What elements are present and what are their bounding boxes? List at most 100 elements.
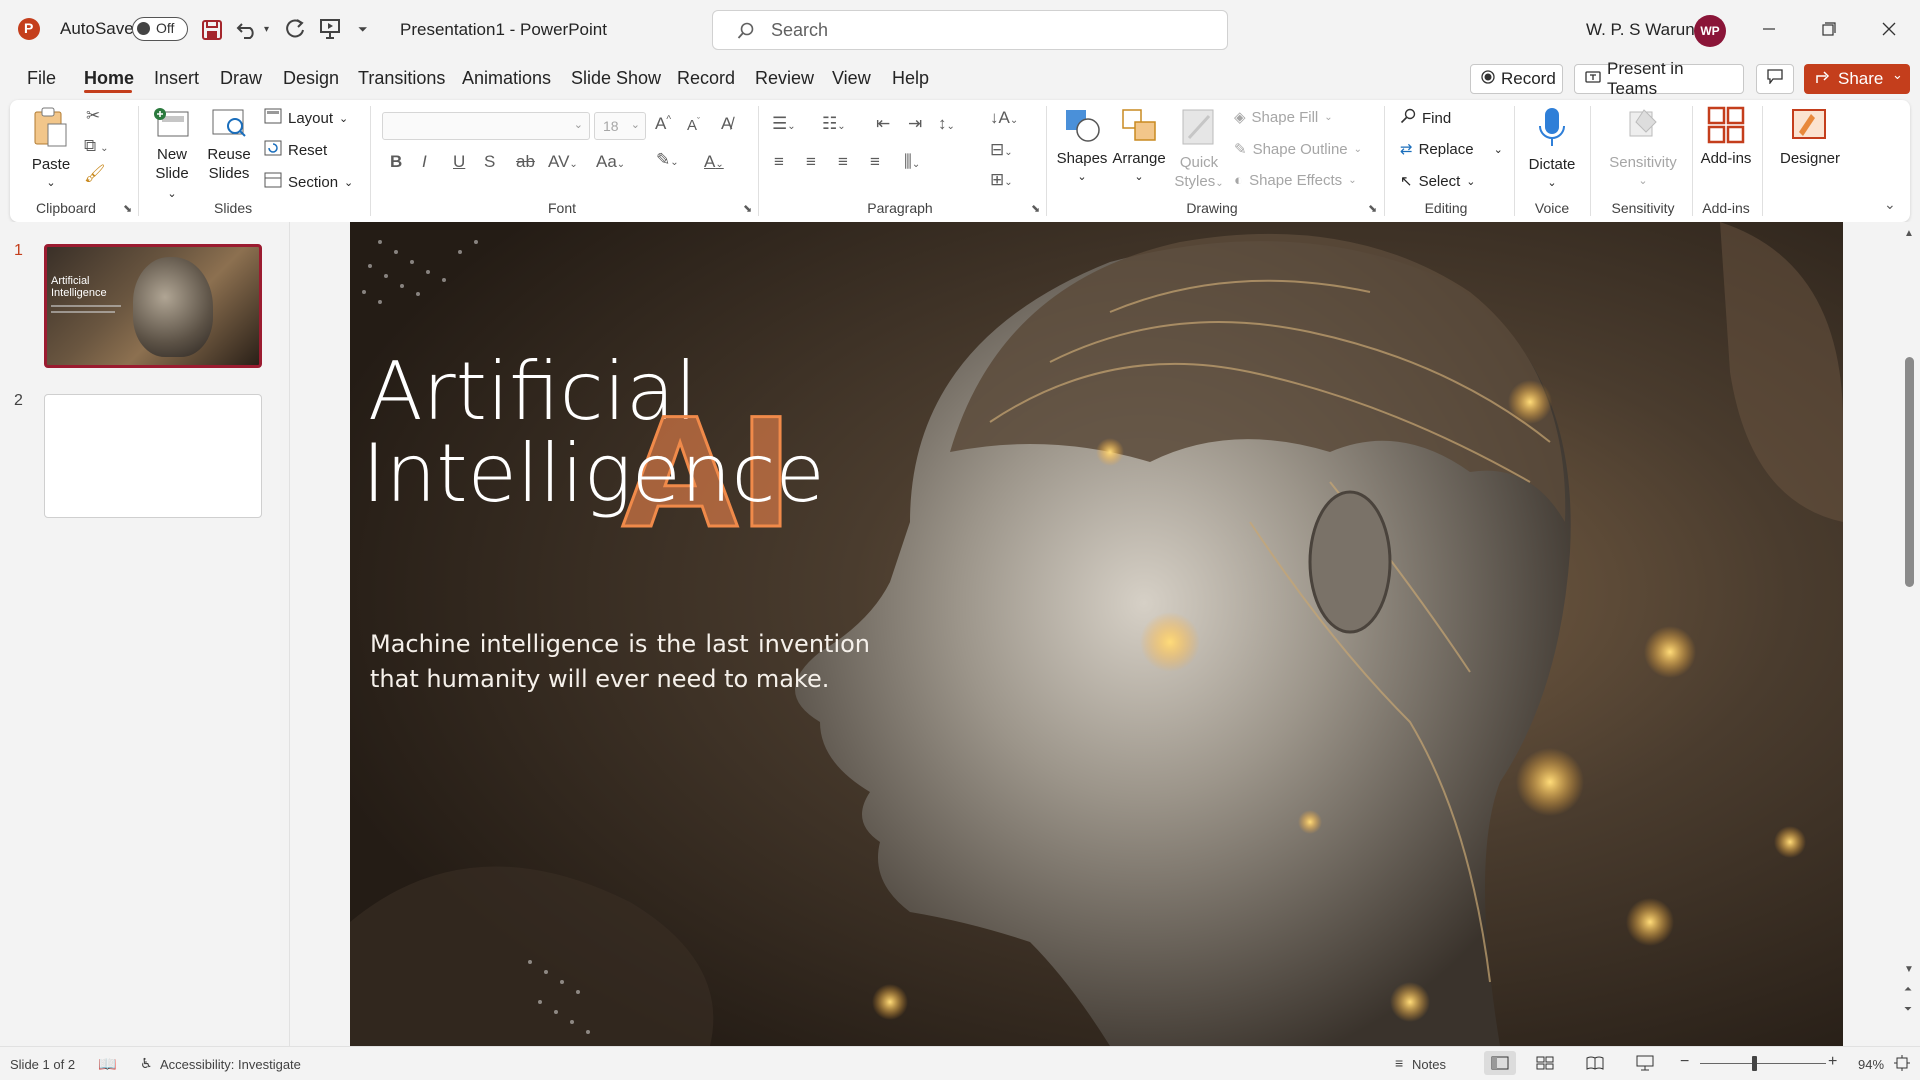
shadow-icon[interactable]: S: [484, 152, 495, 172]
zoom-slider-thumb[interactable]: [1752, 1056, 1757, 1071]
reading-view-icon[interactable]: [1586, 1056, 1604, 1073]
sensitivity-button[interactable]: Sensitivity ⌄: [1600, 106, 1686, 191]
share-button[interactable]: Share ⌄: [1804, 64, 1910, 94]
slide-show-icon[interactable]: [1636, 1055, 1654, 1074]
autosave-toggle[interactable]: Off: [132, 17, 188, 41]
shapes-button[interactable]: Shapes ⌄: [1056, 106, 1108, 187]
format-painter-icon[interactable]: 🖌: [84, 164, 106, 184]
slide-canvas[interactable]: Artificial AI Intelligence Machine intel…: [350, 222, 1843, 1046]
reset-button[interactable]: Reset: [264, 140, 327, 160]
paste-button[interactable]: Paste ⌄: [30, 106, 72, 193]
grow-font-icon[interactable]: A^: [655, 114, 671, 134]
tab-file[interactable]: File: [27, 68, 56, 89]
scroll-up-icon[interactable]: ▲: [1904, 228, 1914, 239]
slide-thumbnail-1[interactable]: Artificial Intelligence: [44, 244, 262, 368]
shape-effects-button[interactable]: ◐ Shape Effects ⌄: [1234, 172, 1357, 189]
clear-formatting-icon[interactable]: A̸: [721, 114, 732, 134]
undo-dropdown-icon[interactable]: ▾: [264, 24, 269, 35]
share-dropdown-icon[interactable]: ⌄: [1892, 67, 1903, 83]
search-box[interactable]: Search: [712, 10, 1228, 50]
spelling-check-icon[interactable]: 📖: [98, 1055, 117, 1073]
tab-help[interactable]: Help: [892, 68, 929, 89]
text-direction-icon[interactable]: ↓A⌄: [990, 108, 1018, 128]
columns-icon[interactable]: ⫼⌄: [904, 152, 920, 172]
bold-icon[interactable]: B: [390, 152, 402, 172]
replace-button[interactable]: ⇄ Replace ⌄: [1400, 140, 1503, 159]
layout-button[interactable]: Layout ⌄: [264, 108, 348, 128]
align-left-icon[interactable]: ≡: [774, 152, 784, 172]
drawing-launcher-icon[interactable]: ⬊: [1368, 202, 1377, 215]
zoom-level[interactable]: 94%: [1858, 1057, 1884, 1072]
paste-dropdown-icon[interactable]: ⌄: [30, 174, 72, 193]
fit-slide-icon[interactable]: [1894, 1055, 1910, 1074]
italic-icon[interactable]: I: [422, 152, 427, 172]
designer-button[interactable]: Designer: [1772, 106, 1848, 168]
undo-icon[interactable]: [236, 18, 260, 45]
tab-record[interactable]: Record: [677, 68, 735, 89]
font-size-combo[interactable]: 18 ⌄: [594, 112, 646, 140]
tab-review[interactable]: Review: [755, 68, 814, 89]
present-in-teams-button[interactable]: Present in Teams: [1574, 59, 1744, 98]
arrange-button[interactable]: Arrange ⌄: [1110, 106, 1168, 187]
previous-slide-icon[interactable]: ⏶: [1904, 984, 1912, 995]
increase-indent-icon[interactable]: ⇥: [908, 114, 922, 134]
redo-icon[interactable]: [283, 17, 307, 46]
cut-icon[interactable]: ✂: [86, 106, 100, 126]
bullets-icon[interactable]: ☰⌄: [772, 114, 796, 134]
normal-view-button[interactable]: [1484, 1051, 1516, 1075]
slide-title-line-2[interactable]: Intelligence: [362, 434, 825, 514]
justify-icon[interactable]: ≡: [870, 152, 880, 172]
dictate-button[interactable]: Dictate ⌄: [1524, 106, 1580, 193]
vertical-scrollbar[interactable]: ▲ ▼ ⏶ ⏷: [1900, 222, 1920, 1046]
find-button[interactable]: Find: [1400, 108, 1451, 128]
minimize-icon[interactable]: [1746, 12, 1792, 46]
section-button[interactable]: Section ⌄: [264, 172, 353, 192]
slide-subtitle[interactable]: Machine intelligence is the last inventi…: [370, 627, 870, 697]
new-slide-button[interactable]: New Slide ⌄: [150, 106, 194, 204]
collapse-ribbon-icon[interactable]: ⌄: [1884, 196, 1896, 213]
reuse-slides-button[interactable]: Reuse Slides: [206, 106, 252, 183]
convert-smartart-icon[interactable]: ⊞⌄: [990, 170, 1013, 190]
tab-home[interactable]: Home: [84, 68, 134, 89]
align-center-icon[interactable]: ≡: [806, 152, 816, 172]
tab-insert[interactable]: Insert: [154, 68, 199, 89]
tab-view[interactable]: View: [832, 68, 871, 89]
notes-button[interactable]: Notes: [1412, 1057, 1446, 1072]
comments-button[interactable]: [1756, 64, 1794, 94]
numbering-icon[interactable]: ☷⌄: [822, 114, 846, 134]
font-color-icon[interactable]: A⌄: [704, 152, 724, 172]
copy-icon[interactable]: ⧉ ⌄: [84, 136, 109, 156]
font-name-combo[interactable]: ⌄: [382, 112, 590, 140]
record-button[interactable]: Record: [1470, 64, 1563, 94]
tab-transitions[interactable]: Transitions: [358, 68, 445, 89]
strikethrough-icon[interactable]: ab: [516, 152, 535, 172]
accessibility-icon[interactable]: ♿: [140, 1055, 153, 1072]
save-icon[interactable]: [201, 19, 223, 46]
highlight-icon[interactable]: ✎⌄: [656, 150, 679, 170]
tab-animations[interactable]: Animations: [462, 68, 551, 89]
close-icon[interactable]: [1866, 12, 1912, 46]
align-text-icon[interactable]: ⊟⌄: [990, 140, 1013, 160]
shrink-font-icon[interactable]: Aˇ: [687, 116, 700, 134]
tab-design[interactable]: Design: [283, 68, 339, 89]
shape-fill-button[interactable]: ◈ Shape Fill ⌄: [1234, 108, 1333, 127]
tab-draw[interactable]: Draw: [220, 68, 262, 89]
font-launcher-icon[interactable]: ⬊: [743, 202, 752, 215]
align-right-icon[interactable]: ≡: [838, 152, 848, 172]
decrease-indent-icon[interactable]: ⇤: [876, 114, 890, 134]
slide-sorter-icon[interactable]: [1536, 1056, 1554, 1073]
next-slide-icon[interactable]: ⏷: [1904, 1004, 1912, 1015]
add-ins-button[interactable]: Add-ins: [1694, 106, 1758, 168]
paragraph-launcher-icon[interactable]: ⬊: [1031, 202, 1040, 215]
restore-icon[interactable]: [1806, 12, 1852, 46]
zoom-in-icon[interactable]: +: [1828, 1053, 1837, 1071]
zoom-slider[interactable]: [1700, 1063, 1826, 1064]
scroll-down-icon[interactable]: ▼: [1904, 964, 1914, 975]
zoom-out-icon[interactable]: −: [1680, 1053, 1689, 1071]
notes-icon[interactable]: ≡: [1395, 1055, 1403, 1071]
character-spacing-icon[interactable]: AV⌄: [548, 152, 578, 172]
avatar[interactable]: WP: [1694, 15, 1726, 47]
change-case-icon[interactable]: Aa⌄: [596, 152, 625, 172]
accessibility-status[interactable]: Accessibility: Investigate: [160, 1057, 301, 1072]
select-button[interactable]: ↖ Select ⌄: [1400, 172, 1476, 191]
